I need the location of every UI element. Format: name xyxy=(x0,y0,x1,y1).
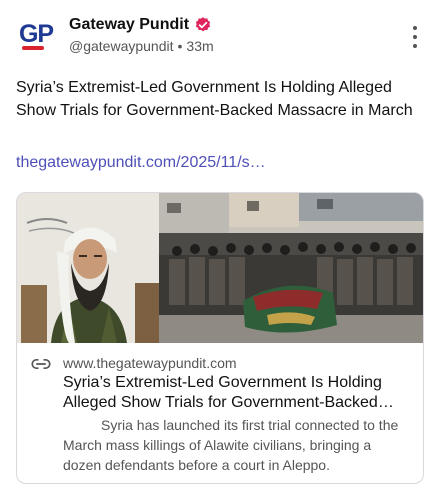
card-image-photo xyxy=(17,193,423,343)
verified-badge-icon xyxy=(195,17,211,32)
post-text: Syria’s Extremist-Led Government Is Hold… xyxy=(16,79,413,119)
post-link[interactable]: thegatewaypundit.com/2025/11/s… xyxy=(16,154,266,172)
more-options-icon[interactable] xyxy=(411,26,419,48)
post-time[interactable]: 33m xyxy=(186,38,213,54)
card-domain: www.thegatewaypundit.com xyxy=(63,355,237,371)
author-handle[interactable]: @gatewaypundit xyxy=(69,38,174,54)
card-description: Syria has launched its first trial conne… xyxy=(63,417,399,473)
author-row: Gateway Pundit xyxy=(69,16,212,34)
avatar-logo-text: GP xyxy=(18,19,54,48)
card-footer[interactable]: www.thegatewaypundit.com Syria’s Extremi… xyxy=(17,343,423,483)
link-icon xyxy=(31,359,51,369)
link-preview-card[interactable]: www.thegatewaypundit.com Syria’s Extremi… xyxy=(16,192,424,484)
post-meta: @gatewaypundit • 33m xyxy=(69,38,214,54)
kebab-dot xyxy=(413,26,417,30)
card-image[interactable] xyxy=(17,193,423,343)
author-name[interactable]: Gateway Pundit xyxy=(69,16,189,34)
kebab-dot xyxy=(413,44,417,48)
post-header: GP Gateway Pundit @gatewaypundit • 33m xyxy=(16,14,423,58)
meta-separator: • xyxy=(177,38,183,54)
card-title[interactable]: Syria’s Extremist-Led Government Is Hold… xyxy=(63,373,407,413)
kebab-dot xyxy=(413,35,417,39)
avatar[interactable]: GP xyxy=(16,16,56,56)
avatar-logo-swoosh xyxy=(22,46,44,50)
